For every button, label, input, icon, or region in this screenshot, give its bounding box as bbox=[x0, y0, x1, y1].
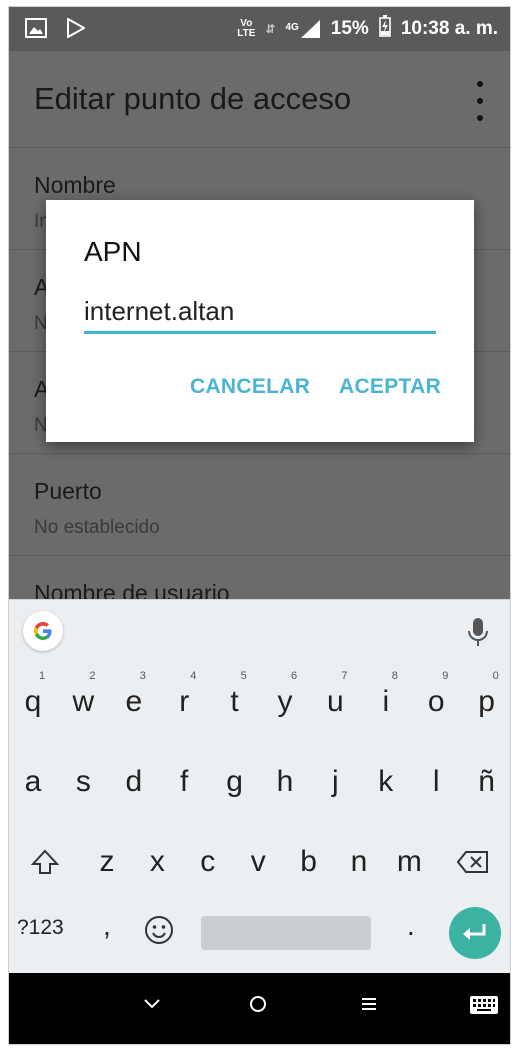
key-s[interactable]: s bbox=[59, 754, 107, 810]
key-y[interactable]: y bbox=[261, 674, 309, 730]
battery-percent: 15% bbox=[330, 18, 369, 39]
key-hint: 5 bbox=[240, 670, 247, 682]
key-p[interactable]: p bbox=[463, 674, 510, 730]
key-c[interactable]: c bbox=[184, 834, 232, 890]
symbols-key[interactable]: ?123 bbox=[17, 916, 64, 940]
apn-input[interactable] bbox=[84, 292, 436, 334]
list-item-nombre-usuario[interactable]: Nombre de usuario bbox=[9, 555, 510, 599]
cancel-button[interactable]: CANCELAR bbox=[190, 375, 310, 399]
key-k[interactable]: k bbox=[362, 754, 410, 810]
key-m[interactable]: m bbox=[385, 834, 433, 890]
key-z[interactable]: z bbox=[83, 834, 131, 890]
more-vert-icon[interactable] bbox=[466, 81, 494, 121]
key-hint: 8 bbox=[391, 670, 398, 682]
key-hint: 3 bbox=[139, 670, 146, 682]
key-hint: 9 bbox=[442, 670, 449, 682]
battery-charging-icon bbox=[379, 15, 391, 43]
key-f[interactable]: f bbox=[160, 754, 208, 810]
key-o[interactable]: o bbox=[412, 674, 460, 730]
list-item-puerto[interactable]: Puerto No establecido bbox=[9, 453, 510, 555]
key-hint: 2 bbox=[89, 670, 96, 682]
key-g[interactable]: g bbox=[211, 754, 259, 810]
key-j[interactable]: j bbox=[311, 754, 359, 810]
system-nav-bar bbox=[9, 973, 510, 1044]
play-store-icon bbox=[67, 17, 87, 43]
key-t[interactable]: t bbox=[211, 674, 259, 730]
key-hint: 1 bbox=[39, 670, 46, 682]
key-l[interactable]: l bbox=[412, 754, 460, 810]
volte-indicator: Vo LTE bbox=[237, 18, 256, 39]
signal-icon: 4G bbox=[285, 19, 320, 39]
page-title: Editar punto de acceso bbox=[34, 81, 352, 116]
key-hint: 4 bbox=[190, 670, 197, 682]
key-x[interactable]: x bbox=[133, 834, 181, 890]
apn-dialog: APN CANCELAR ACEPTAR bbox=[46, 200, 474, 442]
key-b[interactable]: b bbox=[285, 834, 333, 890]
key-hint: 6 bbox=[291, 670, 298, 682]
app-bar: Editar punto de acceso bbox=[9, 51, 510, 147]
soft-keyboard: q1 w2 e3 r4 t5 y6 u7 i8 o9 p0 asdfghjklñ zxcvbnm ?1… bbox=[9, 599, 510, 973]
nav-home-icon[interactable] bbox=[249, 995, 267, 1018]
emoji-icon[interactable] bbox=[143, 914, 175, 946]
keyboard-switch-icon[interactable] bbox=[469, 995, 499, 1020]
key-w[interactable]: w bbox=[59, 674, 107, 730]
space-key[interactable] bbox=[201, 916, 371, 950]
data-activity-icon: ⇵ bbox=[265, 22, 276, 36]
clock: 10:38 a. m. bbox=[400, 18, 498, 39]
comma-key[interactable]: , bbox=[103, 910, 111, 942]
key-u[interactable]: u bbox=[311, 674, 359, 730]
google-g-icon[interactable] bbox=[23, 611, 63, 651]
image-icon bbox=[25, 18, 47, 43]
enter-icon[interactable] bbox=[449, 907, 501, 959]
key-d[interactable]: d bbox=[110, 754, 158, 810]
network-type: 4G bbox=[285, 22, 299, 33]
key-v[interactable]: v bbox=[234, 834, 282, 890]
key-a[interactable]: a bbox=[9, 754, 57, 810]
key-n[interactable]: n bbox=[335, 834, 383, 890]
status-bar: Vo LTE ⇵ 4G 15% 10:38 a. m. bbox=[9, 7, 510, 51]
period-key[interactable]: . bbox=[407, 910, 415, 942]
shift-icon[interactable] bbox=[21, 834, 69, 890]
key-h[interactable]: h bbox=[261, 754, 309, 810]
keyboard-toolbar bbox=[9, 600, 510, 662]
key-e[interactable]: e bbox=[110, 674, 158, 730]
nav-back-icon[interactable] bbox=[142, 997, 162, 1016]
key-hint: 7 bbox=[341, 670, 348, 682]
phone-screen: Vo LTE ⇵ 4G 15% 10:38 a. m. Editar punto… bbox=[8, 6, 511, 1045]
mic-icon[interactable] bbox=[466, 616, 490, 650]
key-i[interactable]: i bbox=[362, 674, 410, 730]
accept-button[interactable]: ACEPTAR bbox=[339, 375, 441, 399]
nav-recents-icon[interactable] bbox=[361, 997, 377, 1016]
key-ñ[interactable]: ñ bbox=[463, 754, 510, 810]
key-q[interactable]: q bbox=[9, 674, 57, 730]
key-r[interactable]: r bbox=[160, 674, 208, 730]
key-hint: 0 bbox=[492, 670, 499, 682]
backspace-icon[interactable] bbox=[449, 834, 497, 890]
dialog-title: APN bbox=[84, 236, 142, 267]
